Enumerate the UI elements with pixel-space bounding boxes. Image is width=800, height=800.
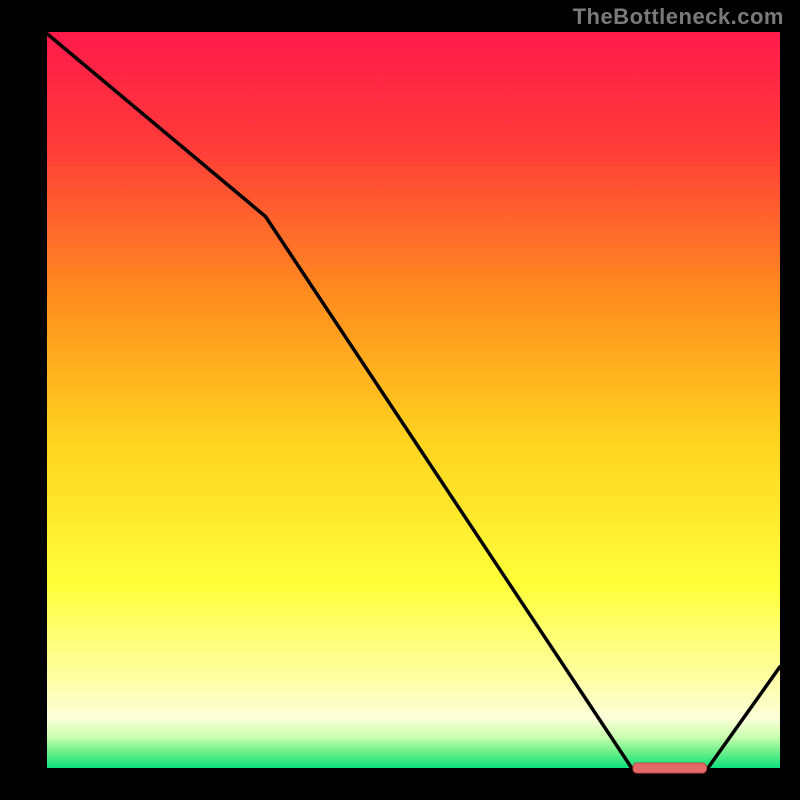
bottleneck-chart <box>0 0 800 800</box>
chart-container: TheBottleneck.com <box>0 0 800 800</box>
optimal-range-marker <box>633 763 707 773</box>
gradient-background <box>45 32 780 770</box>
